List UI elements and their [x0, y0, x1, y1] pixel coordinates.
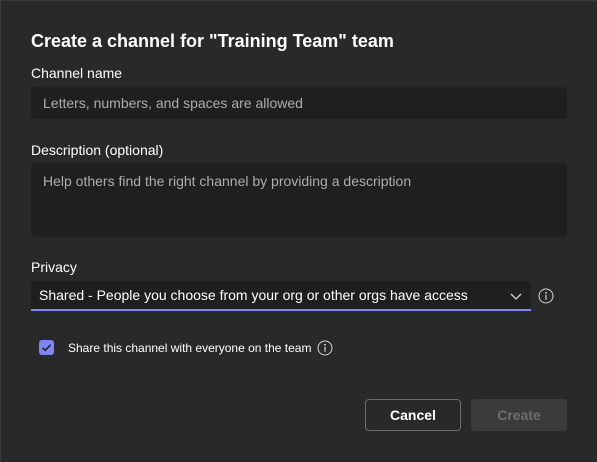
create-channel-dialog: Create a channel for "Training Team" tea… [0, 0, 597, 462]
share-info-icon[interactable] [317, 340, 333, 356]
channel-name-input[interactable]: Letters, numbers, and spaces are allowed [31, 87, 567, 119]
chevron-down-icon [510, 293, 522, 300]
dialog-title: Create a channel for "Training Team" tea… [31, 31, 394, 51]
privacy-label: Privacy [31, 259, 77, 275]
privacy-info-icon[interactable] [538, 288, 554, 304]
cancel-button[interactable]: Cancel [365, 399, 461, 431]
description-label: Description (optional) [31, 142, 164, 158]
share-checkbox[interactable] [39, 340, 54, 355]
checkmark-icon [41, 344, 52, 352]
create-button[interactable]: Create [471, 399, 567, 431]
share-checkbox-label[interactable]: Share this channel with everyone on the … [68, 340, 311, 356]
privacy-dropdown[interactable]: Shared - People you choose from your org… [31, 281, 531, 311]
description-input[interactable]: Help others find the right channel by pr… [31, 163, 567, 237]
channel-name-label: Channel name [31, 65, 123, 81]
privacy-selected-value: Shared - People you choose from your org… [39, 287, 468, 303]
